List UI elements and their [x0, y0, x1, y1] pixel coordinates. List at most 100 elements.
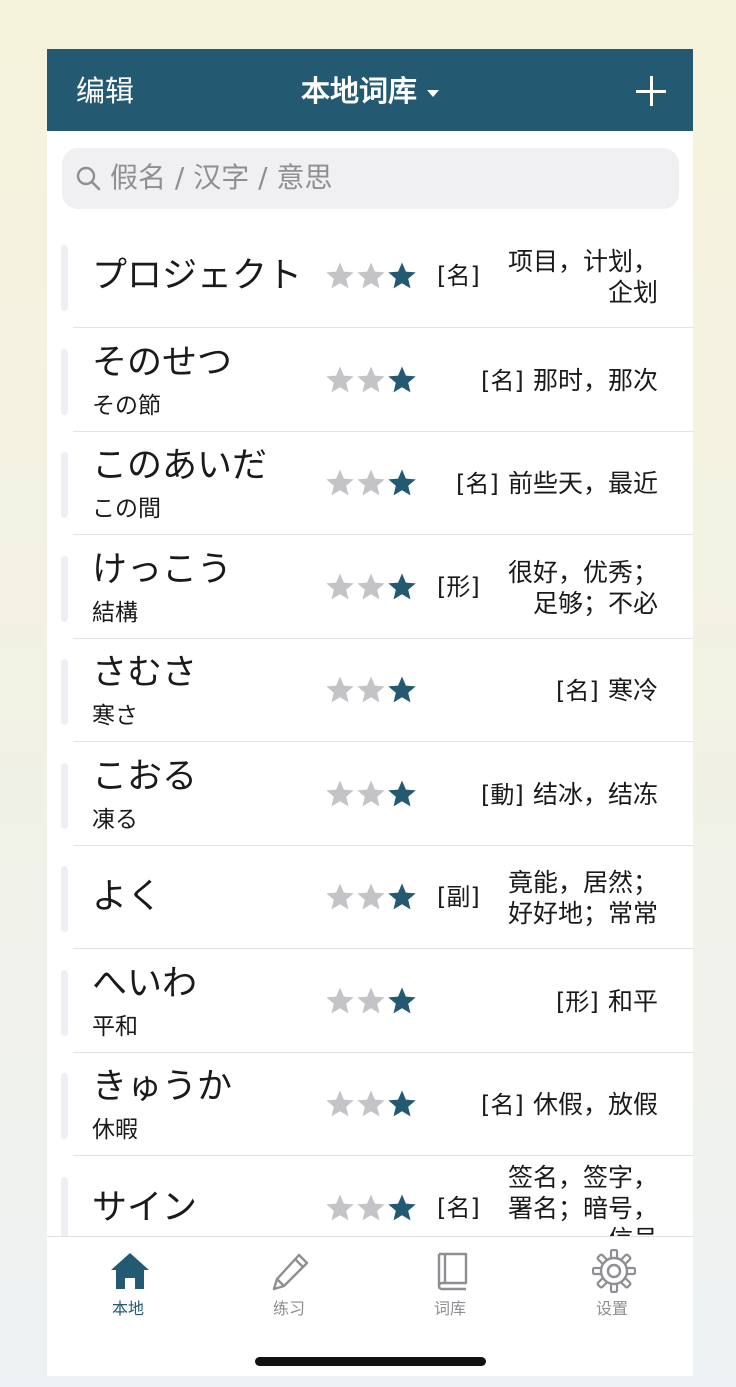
tab-home[interactable]: 本地 — [78, 1237, 178, 1327]
tab-label: 设置 — [595, 1299, 628, 1318]
star-rating[interactable] — [325, 882, 417, 912]
star-icon — [357, 1090, 385, 1117]
tab-label: 本地 — [111, 1299, 144, 1318]
gear-icon — [591, 1248, 637, 1294]
word-meaning: 项目，计划， 企划 — [478, 246, 658, 308]
star-icon — [388, 262, 416, 289]
star-rating[interactable] — [325, 365, 417, 395]
word-list-item[interactable]: へいわ 平和 和平 [形] — [47, 950, 693, 1053]
pencil-icon — [269, 1249, 313, 1293]
word-kanji: 寒さ — [92, 703, 138, 729]
meaning-line: 足够；不必 — [532, 588, 658, 618]
word-list-item[interactable]: よく 竟能，居然； 好好地；常常 [副] — [47, 846, 693, 949]
word-kana: けっこう — [92, 549, 233, 590]
part-of-speech: [動] — [480, 780, 524, 809]
library-selector-dropdown[interactable]: 本地词库 — [301, 73, 440, 109]
word-list-item[interactable]: きゅうか 休暇 休假，放假 [名] — [47, 1053, 693, 1156]
star-rating[interactable] — [325, 779, 417, 809]
meaning-line: 署名；暗号， — [507, 1193, 658, 1223]
word-meaning: 竟能，居然； 好好地；常常 — [478, 867, 658, 929]
tab-label: 练习 — [272, 1299, 305, 1318]
part-of-speech: [形] — [555, 987, 599, 1016]
star-icon — [326, 262, 354, 289]
star-icon — [326, 573, 354, 599]
home-icon — [108, 1249, 152, 1293]
word-kanji: 休暇 — [92, 1117, 138, 1143]
plus-icon[interactable] — [636, 76, 666, 106]
word-meaning: 很好，优秀； 足够；不必 — [478, 557, 658, 619]
star-icon — [388, 573, 416, 599]
part-of-speech: [名] — [455, 470, 499, 498]
star-rating[interactable] — [325, 261, 417, 291]
star-icon — [388, 1194, 416, 1220]
star-icon — [357, 262, 385, 289]
meaning-line: 前些天，最近 — [507, 469, 658, 498]
star-icon — [326, 676, 354, 703]
star-rating[interactable] — [325, 986, 417, 1016]
word-kana: さむさ — [92, 653, 198, 693]
word-kanji: 凍る — [92, 806, 138, 833]
progress-bar — [61, 1176, 68, 1236]
part-of-speech: [名] — [437, 262, 480, 290]
star-icon — [388, 883, 416, 910]
meaning-line: 信号 — [478, 1224, 658, 1237]
tab-book[interactable]: 词库 — [400, 1237, 500, 1327]
star-icon — [388, 676, 416, 703]
word-kana: プロジェクト — [92, 256, 303, 296]
star-icon — [326, 780, 354, 806]
progress-bar — [61, 452, 68, 518]
word-list-item[interactable]: サイン签名，签字，署名；暗号，信号[名] — [47, 1157, 693, 1237]
word-kanji: その節 — [92, 392, 161, 419]
word-list-item[interactable]: けっこう 結構 很好，优秀； 足够；不必 [形] — [47, 536, 693, 639]
word-kanji: 結構 — [92, 599, 138, 626]
tab-pencil[interactable]: 练习 — [239, 1237, 339, 1327]
part-of-speech: [名] — [437, 1193, 480, 1222]
star-icon — [357, 883, 385, 910]
star-icon — [326, 1194, 354, 1220]
edit-button[interactable]: 编辑 — [76, 73, 134, 109]
word-meaning: 前些天，最近 — [478, 468, 658, 499]
star-icon — [357, 676, 385, 703]
meaning-line: 好好地；常常 — [507, 899, 658, 928]
progress-bar — [61, 1073, 68, 1139]
star-icon — [357, 987, 385, 1013]
star-icon — [326, 366, 354, 392]
star-rating[interactable] — [325, 468, 417, 498]
top-navigation-bar: 编辑 本地词库 — [47, 49, 693, 131]
meaning-line: 签名，签字， — [507, 1162, 658, 1192]
part-of-speech: [名] — [480, 1091, 524, 1119]
word-kana: へいわ — [92, 963, 198, 1004]
word-list-item[interactable]: こおる 凍る 结冰，结冻 [動] — [47, 743, 693, 846]
star-icon — [388, 469, 416, 496]
bottom-tab-bar: 本地 练习 词库 设置 — [47, 1236, 693, 1376]
star-icon — [326, 469, 354, 496]
search-input[interactable]: 假名 / 汉字 / 意思 — [62, 148, 679, 209]
star-icon — [326, 1090, 354, 1117]
star-icon — [388, 987, 416, 1013]
star-rating[interactable] — [325, 572, 417, 602]
meaning-line: 项目，计划， — [507, 247, 658, 276]
word-list-item[interactable]: プロジェクト 项目，计划， 企划 [名] — [47, 225, 693, 328]
search-placeholder: 假名 / 汉字 / 意思 — [110, 161, 333, 194]
star-rating[interactable] — [325, 1089, 417, 1119]
word-list-item[interactable]: さむさ 寒さ 寒冷 [名] — [47, 639, 693, 742]
meaning-line: 很好，优秀； — [507, 557, 658, 587]
word-kana: このあいだ — [92, 446, 268, 486]
star-rating[interactable] — [325, 1193, 417, 1223]
word-list[interactable]: プロジェクト 项目，计划， 企划 [名] そのせつ その節 那时，那次 [名] このあいだ この間… — [47, 225, 693, 1236]
progress-bar — [61, 969, 68, 1036]
word-list-item[interactable]: そのせつ その節 那时，那次 [名] — [47, 329, 693, 432]
tab-label: 词库 — [433, 1299, 466, 1318]
star-icon — [326, 883, 354, 910]
progress-bar — [61, 348, 68, 415]
star-icon — [388, 1090, 416, 1117]
star-rating[interactable] — [325, 675, 417, 705]
word-list-item[interactable]: このあいだ この間 前些天，最近 [名] — [47, 432, 693, 535]
word-kana: そのせつ — [92, 342, 233, 383]
tab-gear[interactable]: 设置 — [562, 1237, 662, 1327]
star-icon — [388, 366, 416, 392]
star-icon — [357, 366, 385, 392]
star-icon — [357, 573, 385, 599]
search-icon — [76, 166, 101, 191]
word-kana: きゅうか — [92, 1067, 233, 1107]
